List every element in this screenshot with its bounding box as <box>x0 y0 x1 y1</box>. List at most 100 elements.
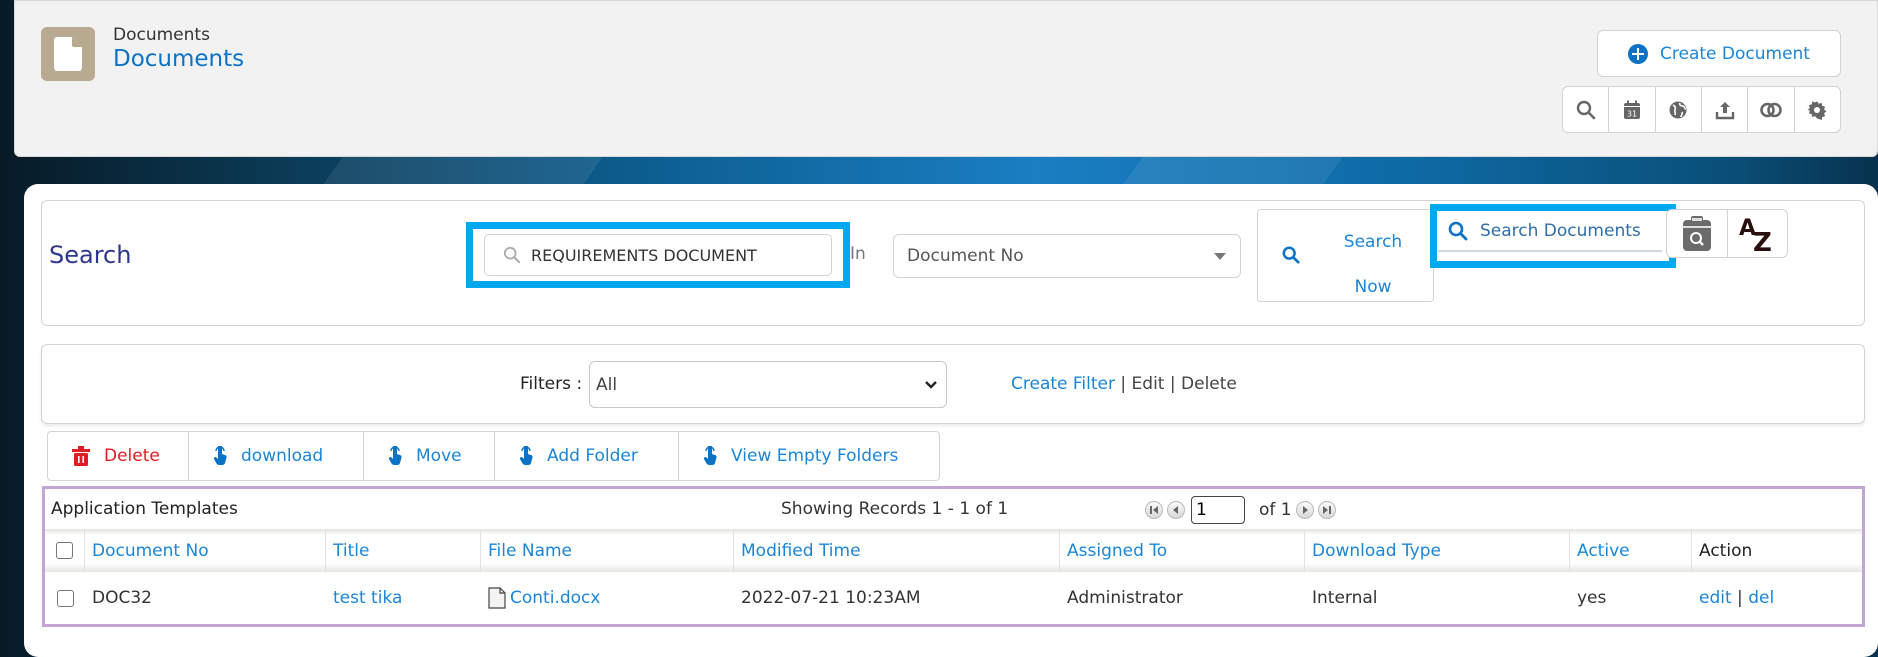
search-field-select[interactable]: Document No <box>893 234 1241 278</box>
action-bar: Delete download Move Add Folder View Emp… <box>47 431 940 481</box>
download-button[interactable]: download <box>189 432 364 480</box>
page-title: Documents <box>113 46 245 72</box>
view-empty-folders-button[interactable]: View Empty Folders <box>679 432 939 480</box>
table-row: DOC32 test tika Conti.docx 2022-07-21 10… <box>45 573 1862 623</box>
upload-tool-button[interactable] <box>1702 87 1749 132</box>
prev-page-button[interactable] <box>1167 501 1185 519</box>
trash-icon <box>72 446 90 466</box>
create-document-button[interactable]: Create Document <box>1597 30 1841 77</box>
file-name-link[interactable]: Conti.docx <box>510 588 600 608</box>
upload-icon <box>1715 101 1734 119</box>
delete-filter-link[interactable]: Delete <box>1181 374 1237 394</box>
svg-text:31: 31 <box>1627 109 1637 118</box>
clipboard-search-button[interactable] <box>1667 210 1728 257</box>
cell-download-type: Internal <box>1312 588 1378 608</box>
filter-panel <box>41 344 1865 424</box>
settings-tool-button[interactable] <box>1795 87 1840 132</box>
last-page-button[interactable] <box>1317 501 1336 519</box>
chevron-down-icon <box>925 381 937 389</box>
sort-az-button[interactable]: AZ <box>1728 210 1788 257</box>
search-documents-button[interactable]: Search Documents <box>1438 212 1662 252</box>
search-icon <box>1282 246 1300 264</box>
select-all-checkbox[interactable] <box>56 542 73 559</box>
download-label: download <box>241 446 324 466</box>
search-icon <box>1576 100 1595 119</box>
column-header-active[interactable]: Active <box>1570 529 1692 572</box>
edit-link[interactable]: edit <box>1699 588 1732 608</box>
caret-down-icon <box>1214 253 1226 260</box>
clipboard-search-icon <box>1682 215 1711 251</box>
create-filter-link[interactable]: Create Filter <box>1011 374 1115 394</box>
page-header: Documents Documents <box>14 0 1878 157</box>
column-header-download-type[interactable]: Download Type <box>1305 529 1570 572</box>
view-empty-folders-label: View Empty Folders <box>731 446 899 466</box>
pagination: of 1 <box>1145 496 1336 524</box>
column-header-document-no[interactable]: Document No <box>85 529 326 572</box>
sort-az-icon: AZ <box>1739 216 1772 253</box>
globe-tool-button[interactable] <box>1656 87 1702 132</box>
search-extra-tools: AZ <box>1666 209 1788 258</box>
grid-header-row: Document No Title File Name Modified Tim… <box>45 529 1862 572</box>
search-now-label-line1: Search <box>1343 232 1403 252</box>
edit-filter-link[interactable]: Edit <box>1132 374 1165 394</box>
search-icon <box>503 246 521 264</box>
merge-tool-button[interactable] <box>1748 87 1795 132</box>
separator: | <box>1120 374 1127 394</box>
cell-modified-time: 2022-07-21 10:23AM <box>741 588 921 608</box>
add-folder-label: Add Folder <box>547 446 638 466</box>
cell-assigned-to: Administrator <box>1067 588 1183 608</box>
separator: | <box>1737 588 1743 608</box>
filter-select[interactable]: All <box>589 361 947 408</box>
hand-pointer-icon <box>213 446 227 466</box>
plus-circle-icon <box>1628 43 1649 64</box>
search-heading: Search <box>49 241 132 269</box>
move-label: Move <box>416 446 462 466</box>
delete-label: Delete <box>104 446 160 466</box>
column-header-modified-time[interactable]: Modified Time <box>734 529 1060 572</box>
search-query-value: REQUIREMENTS DOCUMENT <box>531 245 757 265</box>
cell-document-no: DOC32 <box>92 588 152 608</box>
calendar-tool-button[interactable]: 31 <box>1609 87 1656 132</box>
separator: | <box>1169 374 1176 394</box>
search-now-label-line2: Now <box>1354 277 1392 297</box>
records-count: Showing Records 1 - 1 of 1 <box>781 499 1009 519</box>
header-toolbar: 31 <box>1562 86 1841 133</box>
grid-title: Application Templates <box>51 499 238 519</box>
merge-icon <box>1760 102 1782 117</box>
column-header-file-name[interactable]: File Name <box>481 529 734 572</box>
search-tool-button[interactable] <box>1563 87 1610 132</box>
svg-text:Z: Z <box>1753 228 1772 253</box>
hand-pointer-icon <box>519 446 533 466</box>
hand-pointer-icon <box>388 446 402 466</box>
gear-icon <box>1807 100 1827 120</box>
search-now-button[interactable]: Search Now <box>1257 209 1434 302</box>
search-field-value: Document No <box>907 246 1024 266</box>
first-page-icon <box>1150 506 1158 514</box>
search-query-input[interactable]: REQUIREMENTS DOCUMENT <box>484 234 832 276</box>
delete-button[interactable]: Delete <box>48 432 189 480</box>
filter-select-value: All <box>596 374 618 395</box>
title-link[interactable]: test tika <box>333 588 402 608</box>
page-total: of 1 <box>1259 500 1292 520</box>
column-header-action: Action <box>1699 540 1753 561</box>
last-page-icon <box>1322 506 1331 514</box>
row-checkbox[interactable] <box>56 589 74 607</box>
first-page-button[interactable] <box>1145 501 1163 519</box>
add-folder-button[interactable]: Add Folder <box>495 432 679 480</box>
search-documents-label: Search Documents <box>1480 221 1641 241</box>
hand-pointer-icon <box>703 446 717 466</box>
documents-grid: Application Templates Showing Records 1 … <box>42 486 1865 627</box>
filters-label: Filters : <box>520 374 583 394</box>
file-icon <box>488 587 506 609</box>
prev-page-icon <box>1173 506 1178 514</box>
column-header-title[interactable]: Title <box>326 529 481 572</box>
next-page-icon <box>1302 506 1308 514</box>
breadcrumb[interactable]: Documents <box>113 25 210 45</box>
page-number-input[interactable] <box>1191 496 1245 524</box>
globe-icon <box>1669 101 1687 118</box>
calendar-icon: 31 <box>1623 100 1640 119</box>
column-header-assigned-to[interactable]: Assigned To <box>1060 529 1305 572</box>
del-link[interactable]: del <box>1748 588 1774 608</box>
next-page-button[interactable] <box>1295 501 1314 519</box>
move-button[interactable]: Move <box>364 432 495 480</box>
